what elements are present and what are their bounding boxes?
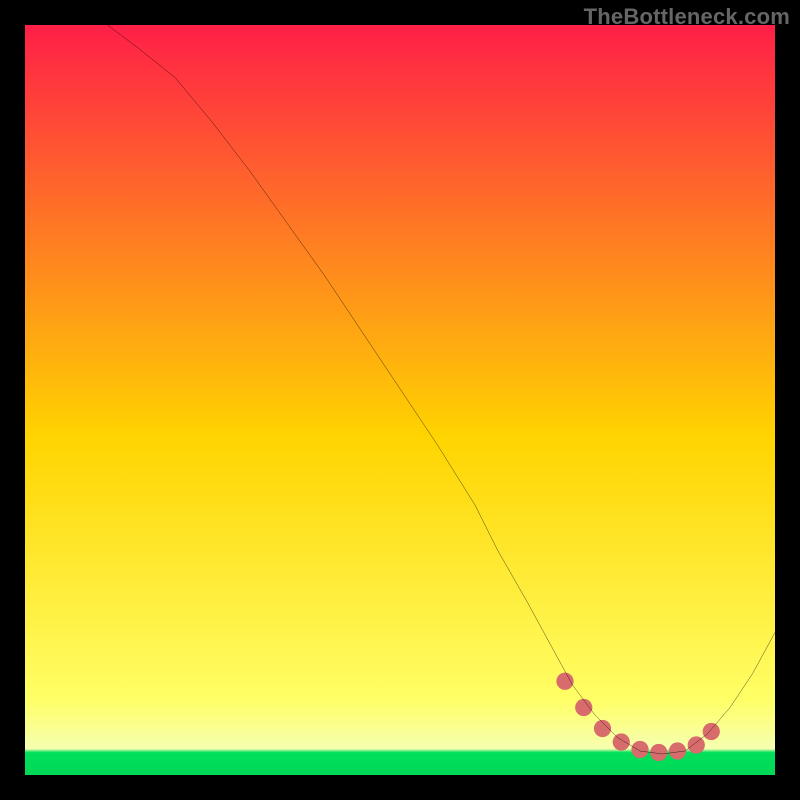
- chart-stage: TheBottleneck.com: [0, 0, 800, 800]
- marker-dot: [575, 699, 592, 716]
- marker-dot: [703, 723, 720, 740]
- gradient-background: [25, 25, 775, 775]
- marker-dot: [613, 733, 630, 750]
- marker-dot: [556, 673, 573, 690]
- marker-dot: [688, 736, 705, 753]
- watermark-text: TheBottleneck.com: [584, 4, 790, 30]
- marker-dot: [669, 742, 686, 759]
- bottleneck-plot: [25, 25, 775, 775]
- marker-dot: [631, 741, 648, 758]
- marker-dot: [650, 744, 667, 761]
